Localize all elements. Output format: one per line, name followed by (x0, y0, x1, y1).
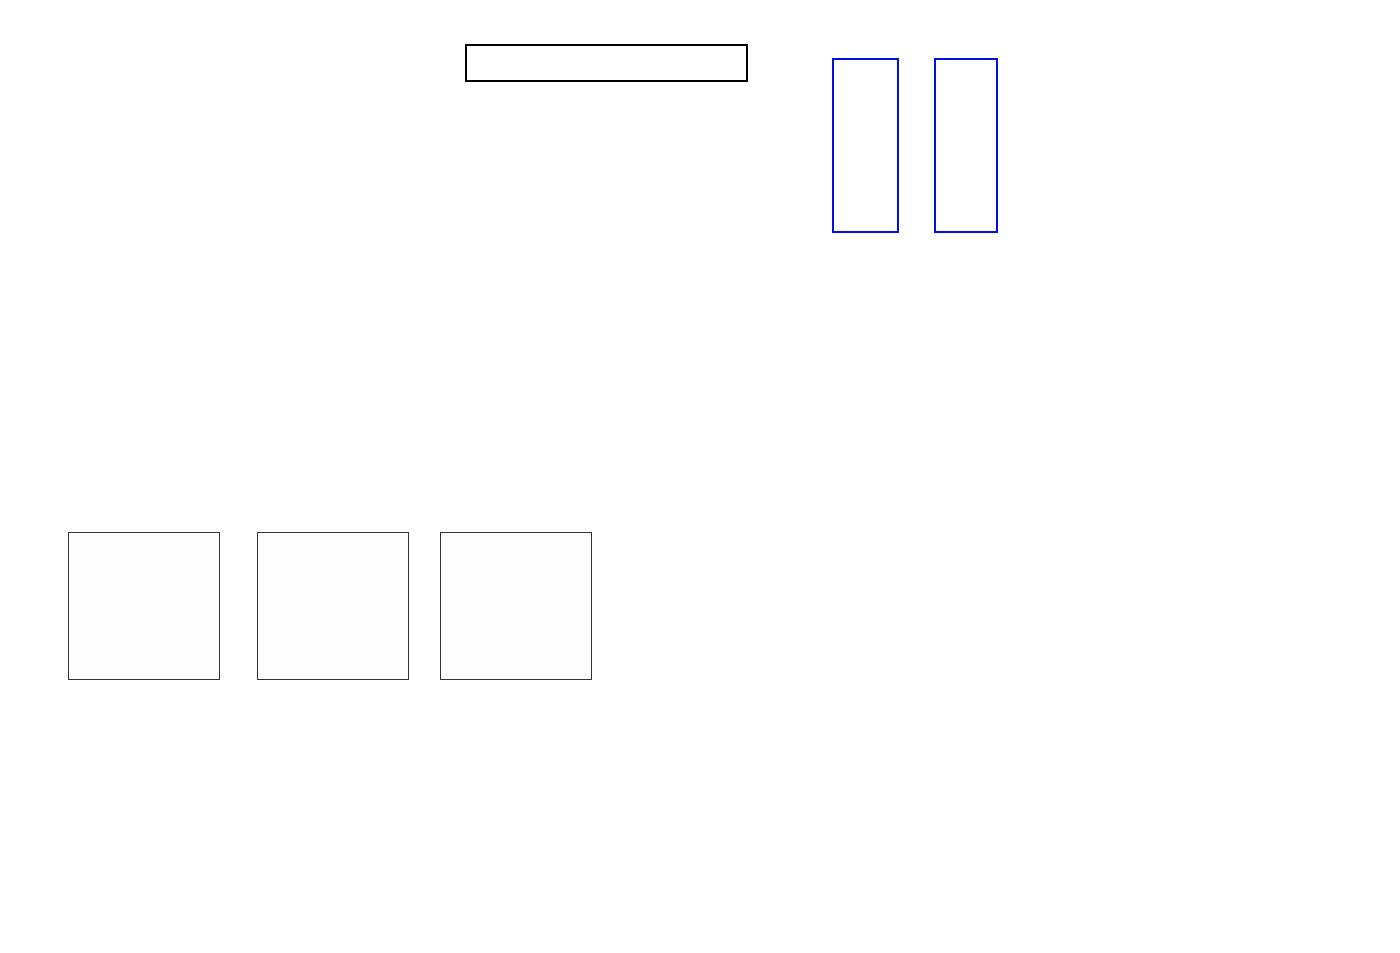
spec2d-panel (465, 30, 815, 252)
with-sky-image (834, 60, 897, 231)
full-spectrum-canvas (92, 347, 1307, 447)
fiber-positions-panel (49, 506, 234, 724)
weighted-2dspec-image (468, 46, 564, 80)
weighted-sum-row (465, 44, 748, 82)
full-spectrum-plot (92, 268, 1317, 468)
clean-image-panel (934, 58, 998, 233)
catalog-match-table (68, 764, 548, 904)
lineflux-map-overlay (258, 533, 408, 679)
lineflux-map-panel (238, 506, 423, 724)
with-sky-panel (832, 58, 899, 233)
elixer-report-page: { "header": { "left": "EW: 1.2±0.4Å P(LA… (0, 0, 1400, 953)
clean-image (936, 60, 996, 231)
fiber-positions-overlay (69, 533, 219, 679)
line-fit-plot (1018, 52, 1318, 224)
weighted-smoothed-image (656, 46, 744, 80)
hsc-cutout-overlay (441, 533, 591, 679)
hsc-cutout-panel (421, 506, 606, 724)
line-label-strip (105, 268, 1297, 347)
line-fit-plot-canvas (1018, 52, 1313, 222)
